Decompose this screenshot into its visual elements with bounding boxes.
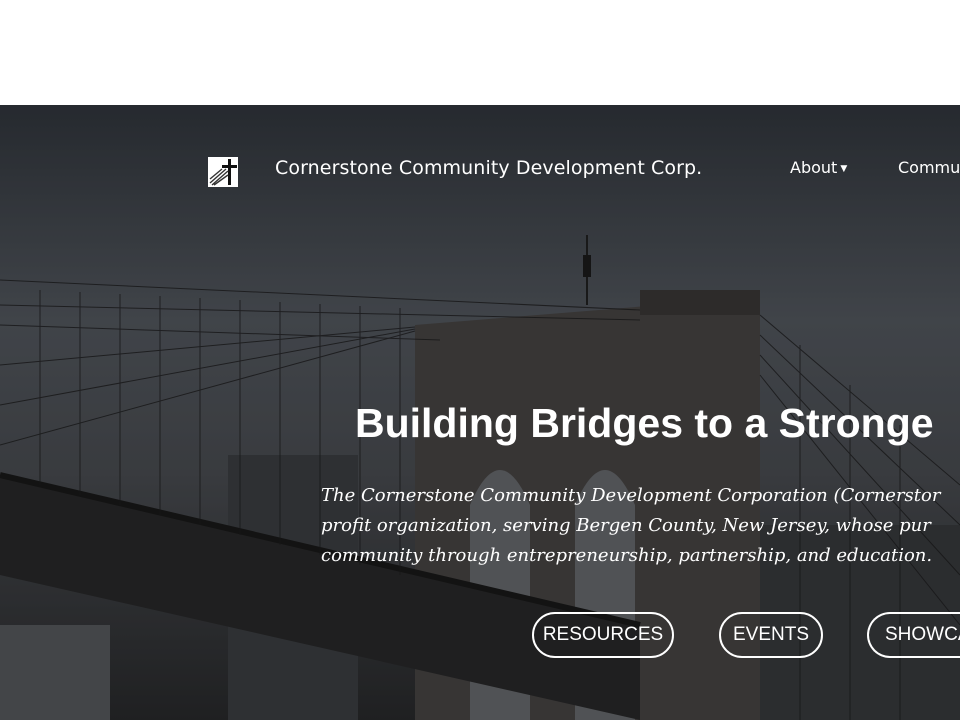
hero-intro-text: The Cornerstone Community Development Co… — [321, 481, 960, 571]
showcase-button[interactable]: SHOWCA — [867, 612, 960, 658]
hero-headline: Building Bridges to a Stronge — [355, 400, 934, 446]
nav-item-about-label: About — [790, 158, 838, 177]
brand-name[interactable]: Cornerstone Community Development Corp. — [275, 157, 702, 179]
resources-button[interactable]: RESOURCES — [532, 612, 674, 658]
intro-line: community through entrepreneurship, part… — [321, 545, 933, 566]
intro-line: profit organization, serving Bergen Coun… — [321, 515, 931, 536]
intro-line: The Cornerstone Community Development Co… — [321, 485, 941, 506]
cross-logo-icon[interactable] — [208, 157, 238, 187]
hero-section: Cornerstone Community Development Corp. … — [0, 105, 960, 720]
events-button[interactable]: EVENTS — [719, 612, 823, 658]
caret-down-icon: ▼ — [840, 164, 848, 174]
top-white-strip — [0, 0, 960, 105]
nav-item-community[interactable]: Commu — [898, 158, 960, 177]
nav-item-about[interactable]: About ▼ — [790, 158, 847, 177]
